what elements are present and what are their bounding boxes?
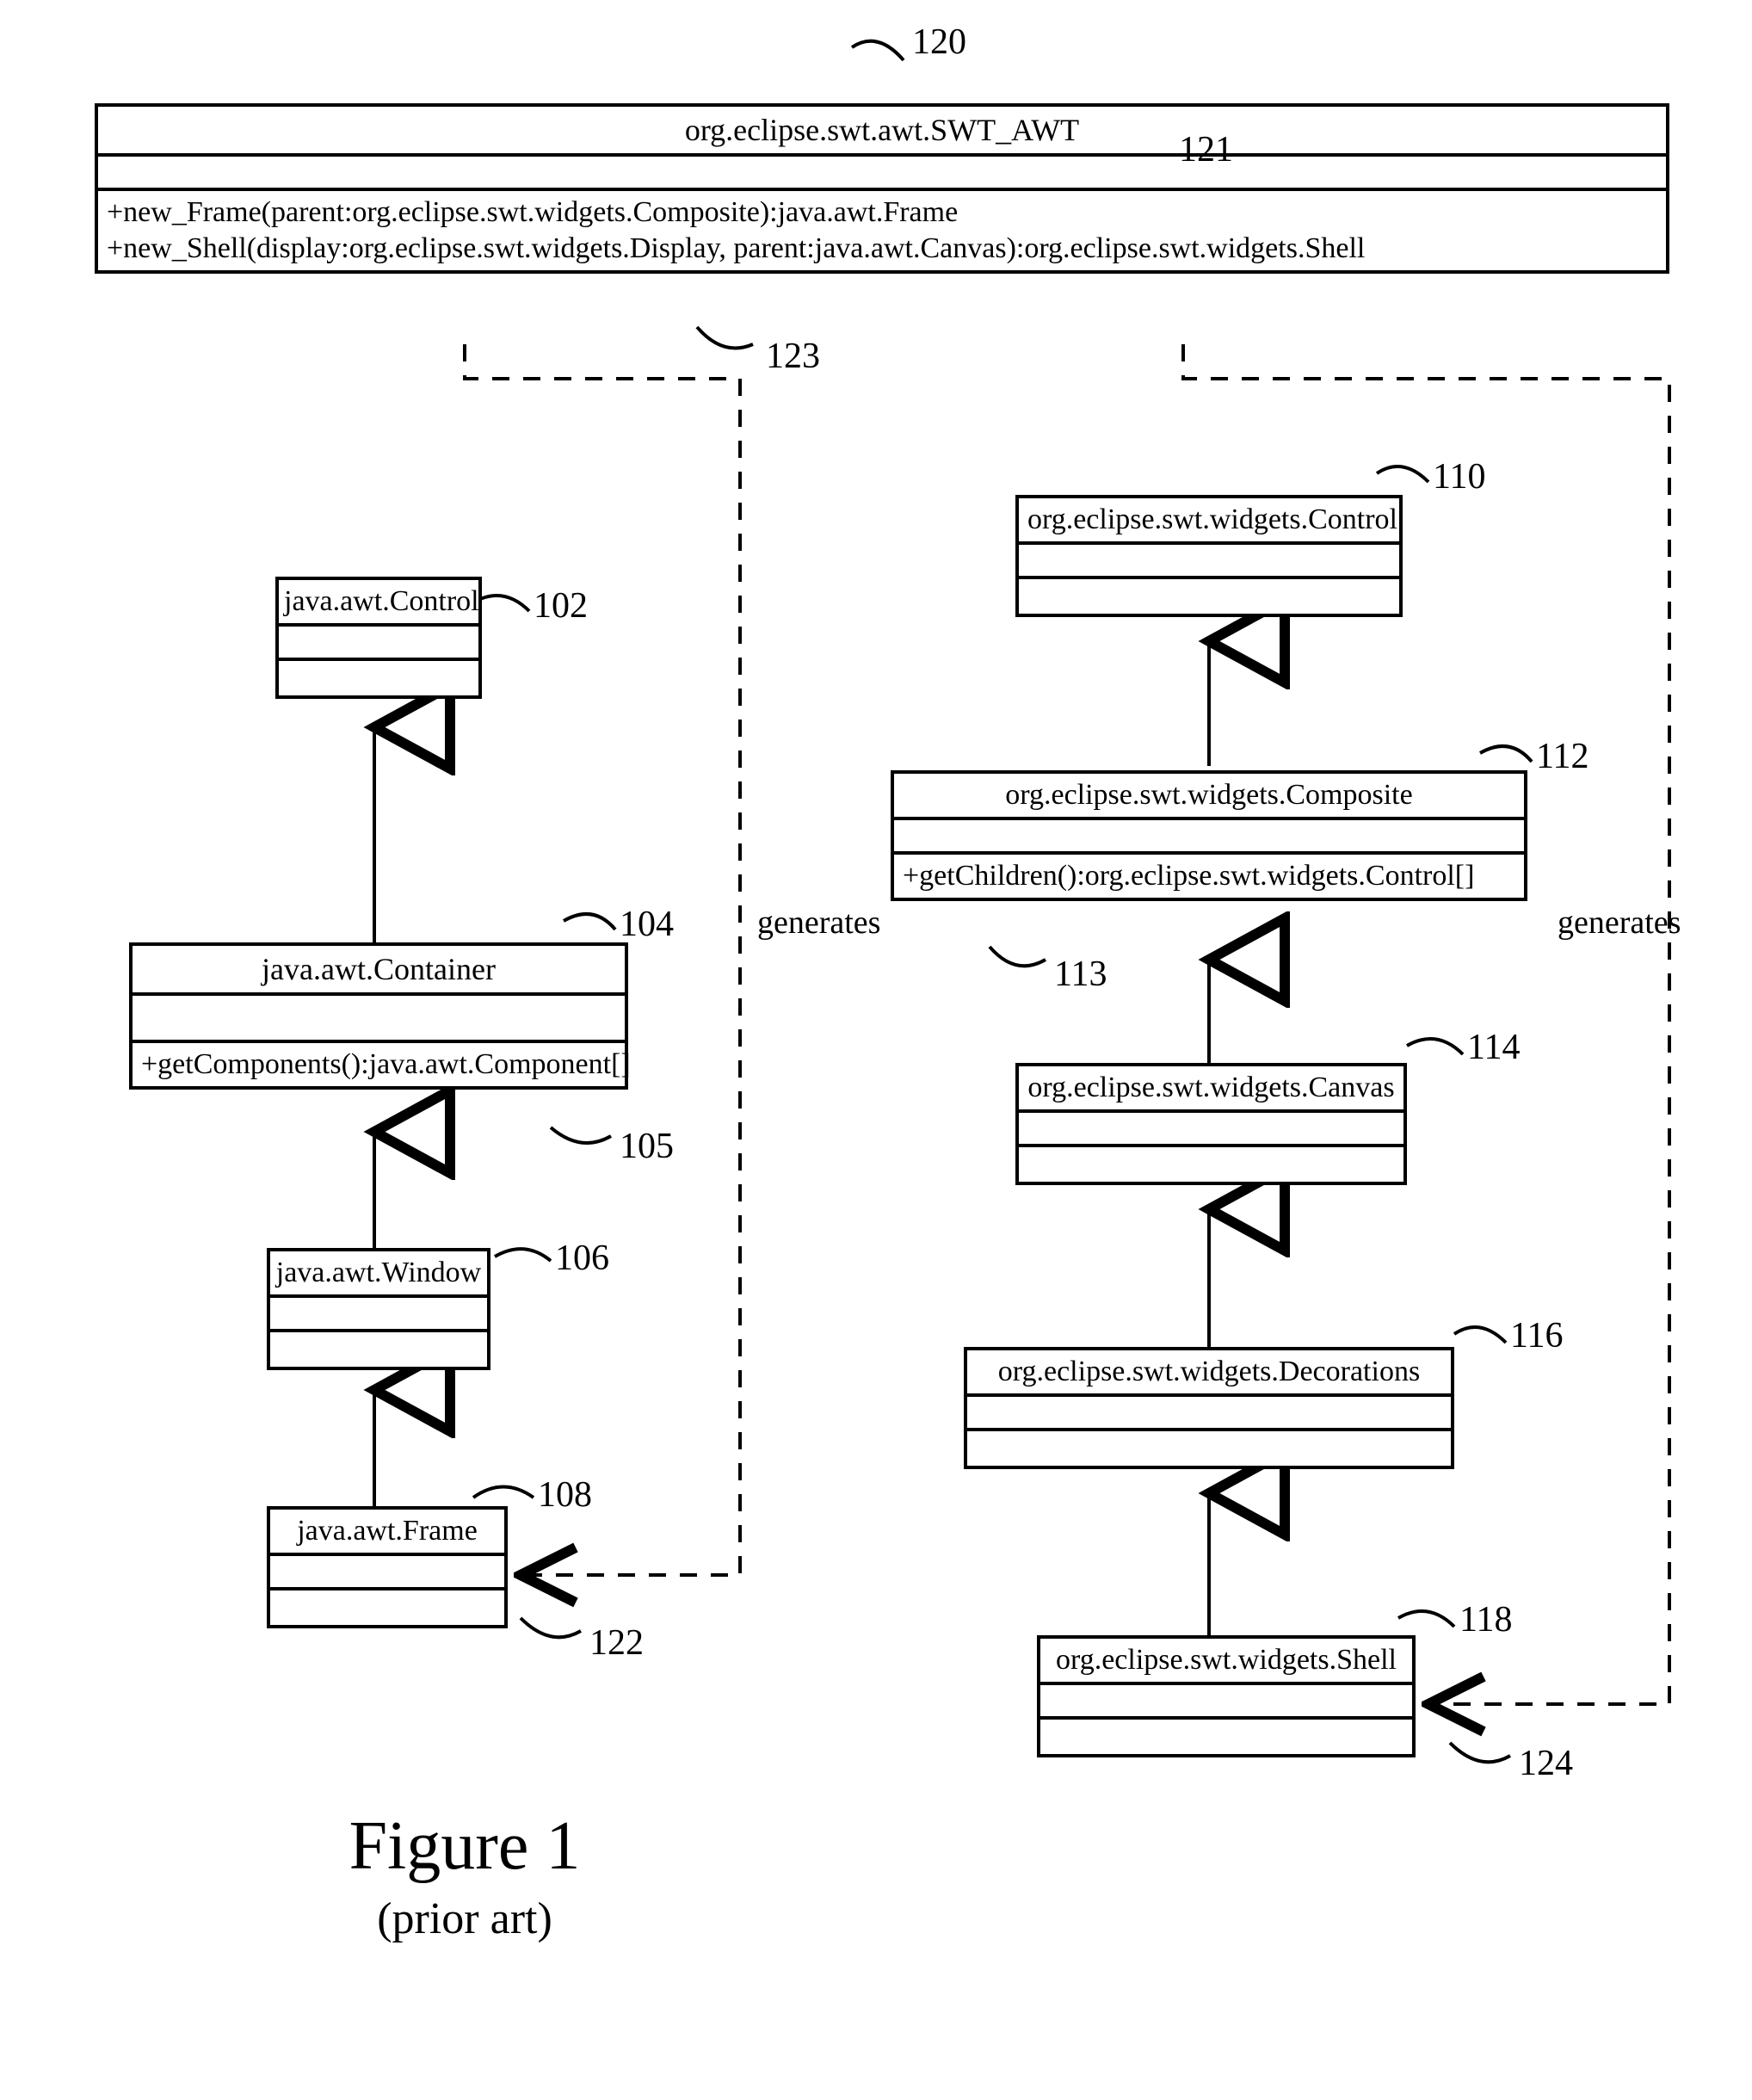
ref-label-104: 104 [620,904,674,945]
class-operations [270,1332,487,1367]
class-swt-decorations: org.eclipse.swt.widgets.Decorations [964,1347,1454,1469]
class-title: java.awt.Frame [270,1510,504,1556]
class-operations [967,1431,1451,1466]
class-operations [1019,1147,1403,1182]
class-awt-frame: java.awt.Frame [267,1506,508,1628]
class-attributes [270,1556,504,1590]
ref-label-122: 122 [589,1622,644,1664]
class-operations [1040,1720,1412,1754]
ref-label-112: 112 [1536,736,1589,777]
class-attributes [133,996,625,1043]
ref-label-123: 123 [766,336,820,377]
ref-label-124: 124 [1519,1743,1573,1784]
edge-label-generates-left: generates [757,904,880,942]
class-attributes [1019,1113,1403,1147]
class-operations: +new_Frame(parent:org.eclipse.swt.widget… [98,191,1666,270]
class-swt-awt-bridge: org.eclipse.swt.awt.SWT_AWT +new_Frame(p… [95,103,1669,274]
figure-subtitle: (prior art) [250,1893,680,1944]
edge-label-generates-right: generates [1558,904,1681,942]
class-operations: +getChildren():org.eclipse.swt.widgets.C… [894,855,1524,898]
class-title: org.eclipse.swt.widgets.Shell [1040,1639,1412,1685]
class-title: java.awt.Container [133,946,625,996]
class-title: org.eclipse.swt.awt.SWT_AWT [98,107,1666,157]
class-title: org.eclipse.swt.widgets.Composite [894,774,1524,820]
class-attributes [967,1397,1451,1431]
class-attributes [894,820,1524,855]
class-attributes [98,157,1666,191]
ref-label-108: 108 [538,1474,592,1516]
class-operations [279,661,478,695]
class-swt-canvas: org.eclipse.swt.widgets.Canvas [1015,1063,1407,1185]
ref-label-110: 110 [1433,456,1485,497]
class-title: java.awt.Control [279,580,478,627]
class-attributes [1040,1685,1412,1720]
class-attributes [270,1298,487,1332]
ref-label-116: 116 [1510,1315,1563,1356]
figure-title: Figure 1 [250,1807,680,1886]
ref-label-121: 121 [1179,129,1233,170]
operation-new-shell: +new_Shell(display:org.eclipse.swt.widge… [107,231,1657,267]
class-awt-container: java.awt.Container +getComponents():java… [129,942,628,1090]
class-title: org.eclipse.swt.widgets.Control [1019,498,1399,545]
operation-new-frame: +new_Frame(parent:org.eclipse.swt.widget… [107,195,1657,231]
ref-label-118: 118 [1459,1599,1512,1640]
class-awt-control: java.awt.Control [275,577,482,699]
operation-get-children: +getChildren():org.eclipse.swt.widgets.C… [903,858,1515,894]
class-swt-control: org.eclipse.swt.widgets.Control [1015,495,1403,617]
ref-label-105: 105 [620,1126,674,1167]
ref-label-106: 106 [555,1238,609,1279]
operation-get-components: +getComponents():java.awt.Component[] [141,1047,616,1083]
class-title: java.awt.Window [270,1251,487,1298]
class-swt-shell: org.eclipse.swt.widgets.Shell [1037,1635,1416,1757]
class-operations [270,1590,504,1625]
class-swt-composite: org.eclipse.swt.widgets.Composite +getCh… [891,770,1527,901]
class-operations [1019,579,1399,614]
ref-label-120: 120 [912,22,966,63]
class-title: org.eclipse.swt.widgets.Canvas [1019,1066,1403,1113]
ref-label-102: 102 [534,585,588,627]
diagram-canvas: org.eclipse.swt.awt.SWT_AWT +new_Frame(p… [17,17,1738,2083]
ref-label-114: 114 [1467,1027,1520,1068]
class-awt-window: java.awt.Window [267,1248,490,1370]
class-operations: +getComponents():java.awt.Component[] [133,1043,625,1086]
ref-label-113: 113 [1054,954,1107,995]
class-attributes [1019,545,1399,579]
class-title: org.eclipse.swt.widgets.Decorations [967,1350,1451,1397]
class-attributes [279,627,478,661]
